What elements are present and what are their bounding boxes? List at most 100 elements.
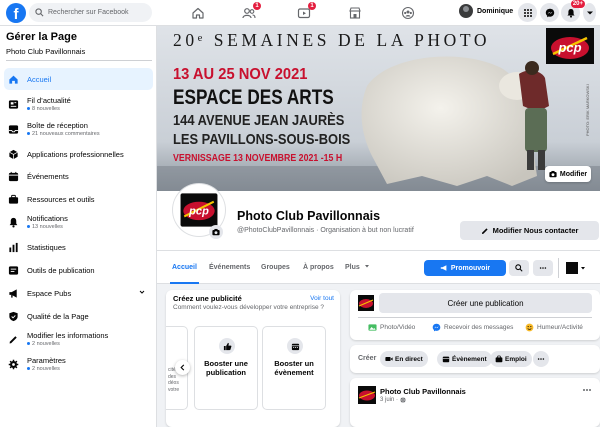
create-event-button[interactable]: Évènement [437,351,492,367]
photo-video-label: Photo/Vidéo [380,323,416,331]
ellipsis-icon [537,358,545,360]
profile-shortcut[interactable]: Dominique [459,4,513,18]
more-options-button[interactable] [533,260,553,276]
chevron-down-icon [364,265,369,268]
sidebar-item-resources[interactable]: Ressources et outils [4,188,153,210]
notifications-button[interactable]: 20+ [561,0,585,22]
boost-post-option[interactable]: Booster une publication [194,326,258,410]
avatar [358,295,374,311]
post-options-button[interactable] [582,387,592,393]
tab-home[interactable]: Accueil [170,251,199,284]
see-all-link[interactable]: Voir tout [310,295,334,302]
home-icon [7,73,20,86]
create-job-button[interactable]: Emploi [490,351,532,367]
ad-card-title: Créez une publicité [173,294,242,303]
pcp-logo: pcp [546,28,594,64]
tab-groups[interactable]: Groupes [261,251,290,284]
chevron-down-icon [139,290,145,294]
sidebar-item-label: Notifications [27,214,68,223]
globe-icon [400,397,406,403]
sidebar-item-label: Outils de publication [27,265,95,275]
pcp-logo-mark [358,390,376,401]
get-messages-label: Recevoir des messages [444,323,514,331]
sidebar-item-page-quality[interactable]: Qualité de la Page [4,305,153,327]
messenger-icon [432,323,441,331]
search-input[interactable]: Rechercher sur Facebook [29,3,152,22]
svg-text:pcp: pcp [557,40,581,55]
sidebar-item-publishing-tools[interactable]: Outils de publication [4,259,153,281]
sidebar-item-label: Accueil [27,74,52,84]
chevron-down-icon [581,267,585,270]
sidebar-item-label: Événements [27,171,69,181]
sidebar-item-label: Modifier les informations [27,331,109,340]
sidebar-item-insights[interactable]: Statistiques [4,236,153,258]
sidebar-item-label: Espace Pubs [27,288,72,298]
edit-cover-button[interactable]: Modifier [545,166,591,182]
sidebar-item-settings[interactable]: Paramètres 2 nouvelles [4,353,153,375]
calendar-icon [442,356,450,363]
search-icon [515,264,523,272]
search-page-button[interactable] [509,260,529,276]
sidebar-item-note: 13 nouvelles [27,224,68,230]
post-author[interactable]: Photo Club Pavillonnais [380,387,466,396]
carousel-prev-button[interactable] [175,360,190,375]
promote-button[interactable]: Promouvoir [424,260,506,276]
acting-as-selector[interactable] [566,260,588,276]
sidebar-item-business-apps[interactable]: Applications professionnelles [4,143,153,165]
sidebar-page-name[interactable]: Photo Club Pavillonnais [6,47,85,56]
tab-about[interactable]: À propos [303,251,334,284]
sidebar-item-ad-center[interactable]: Espace Pubs [4,282,153,304]
pcp-logo-mark [358,299,374,308]
sidebar-item-edit-info[interactable]: Modifier les informations 2 nouvelles [4,328,153,350]
more-create-options-button[interactable] [533,351,549,367]
menu-button[interactable] [518,3,537,22]
photo-video-button[interactable]: Photo/Vidéo [368,319,415,335]
watch-badge: 1 [308,2,316,10]
tab-more[interactable]: Plus [345,251,370,284]
promote-label: Promouvoir [450,264,491,272]
avatar[interactable] [358,386,376,404]
messenger-icon [545,8,554,17]
go-live-button[interactable]: En direct [380,351,428,367]
marketplace-nav-button[interactable] [347,5,363,21]
chevron-down-icon [586,11,593,14]
feeling-activity-label: Humeur/Activité [537,323,583,331]
get-messages-button[interactable]: Recevoir des messages [432,319,513,335]
friends-nav-button[interactable]: 1 [241,2,261,21]
messenger-button[interactable] [540,3,559,22]
tab-events[interactable]: Événements [209,251,250,284]
feeling-activity-button[interactable]: Humeur/Activité [525,319,583,335]
facebook-logo-icon[interactable]: f [6,3,26,23]
cover-photo[interactable]: 20ᵉ SEMAINES DE LA PHOTO pcp 13 AU 25 NO… [157,26,600,191]
groups-icon [401,6,415,20]
change-picture-button[interactable] [209,225,223,239]
live-video-icon [385,357,393,361]
groups-nav-button[interactable] [400,5,416,21]
create-post-button[interactable]: Créer une publication [379,293,592,313]
friends-badge: 1 [253,2,261,10]
cover-photo-credit: PHOTO: ERIK MARKOWSKI [585,84,590,136]
sidebar-item-news-feed[interactable]: Fil d’actualité 8 nouvelles [4,93,153,115]
watch-nav-button[interactable]: 1 [296,2,316,21]
sidebar-item-home[interactable]: Accueil [4,68,153,90]
page-header: pcp Photo Club Pavillonnais @PhotoClubPa… [157,184,600,250]
sidebar-item-note: 8 nouvelles [27,106,71,112]
sidebar-item-notifications[interactable]: Notifications 13 nouvelles [4,211,153,233]
create-ad-card: Créez une publicité Voir tout Comment vo… [166,290,340,427]
edit-contact-button[interactable]: Modifier Nous contacter [460,221,599,240]
go-live-label: En direct [395,355,423,363]
thumbs-up-icon [219,338,235,354]
cube-icon [7,148,20,161]
post-date[interactable]: 3 juin · [380,397,406,403]
boost-event-option[interactable]: Booster un évènement [262,326,326,410]
cover-headline: 20ᵉ SEMAINES DE LA PHOTO [173,30,491,50]
account-menu-button[interactable] [583,3,596,22]
sidebar-item-events[interactable]: Événements [4,165,153,187]
cover-venue: ESPACE DES ARTS [173,86,334,109]
create-event-label: Évènement [452,355,487,363]
home-nav-button[interactable] [190,5,206,21]
camera-icon [549,170,557,178]
feed-post: Photo Club Pavillonnais 3 juin · [350,378,600,427]
sidebar-item-inbox[interactable]: Boîte de réception 21 nouveaux commentair… [4,118,153,140]
smiley-icon [525,323,534,331]
